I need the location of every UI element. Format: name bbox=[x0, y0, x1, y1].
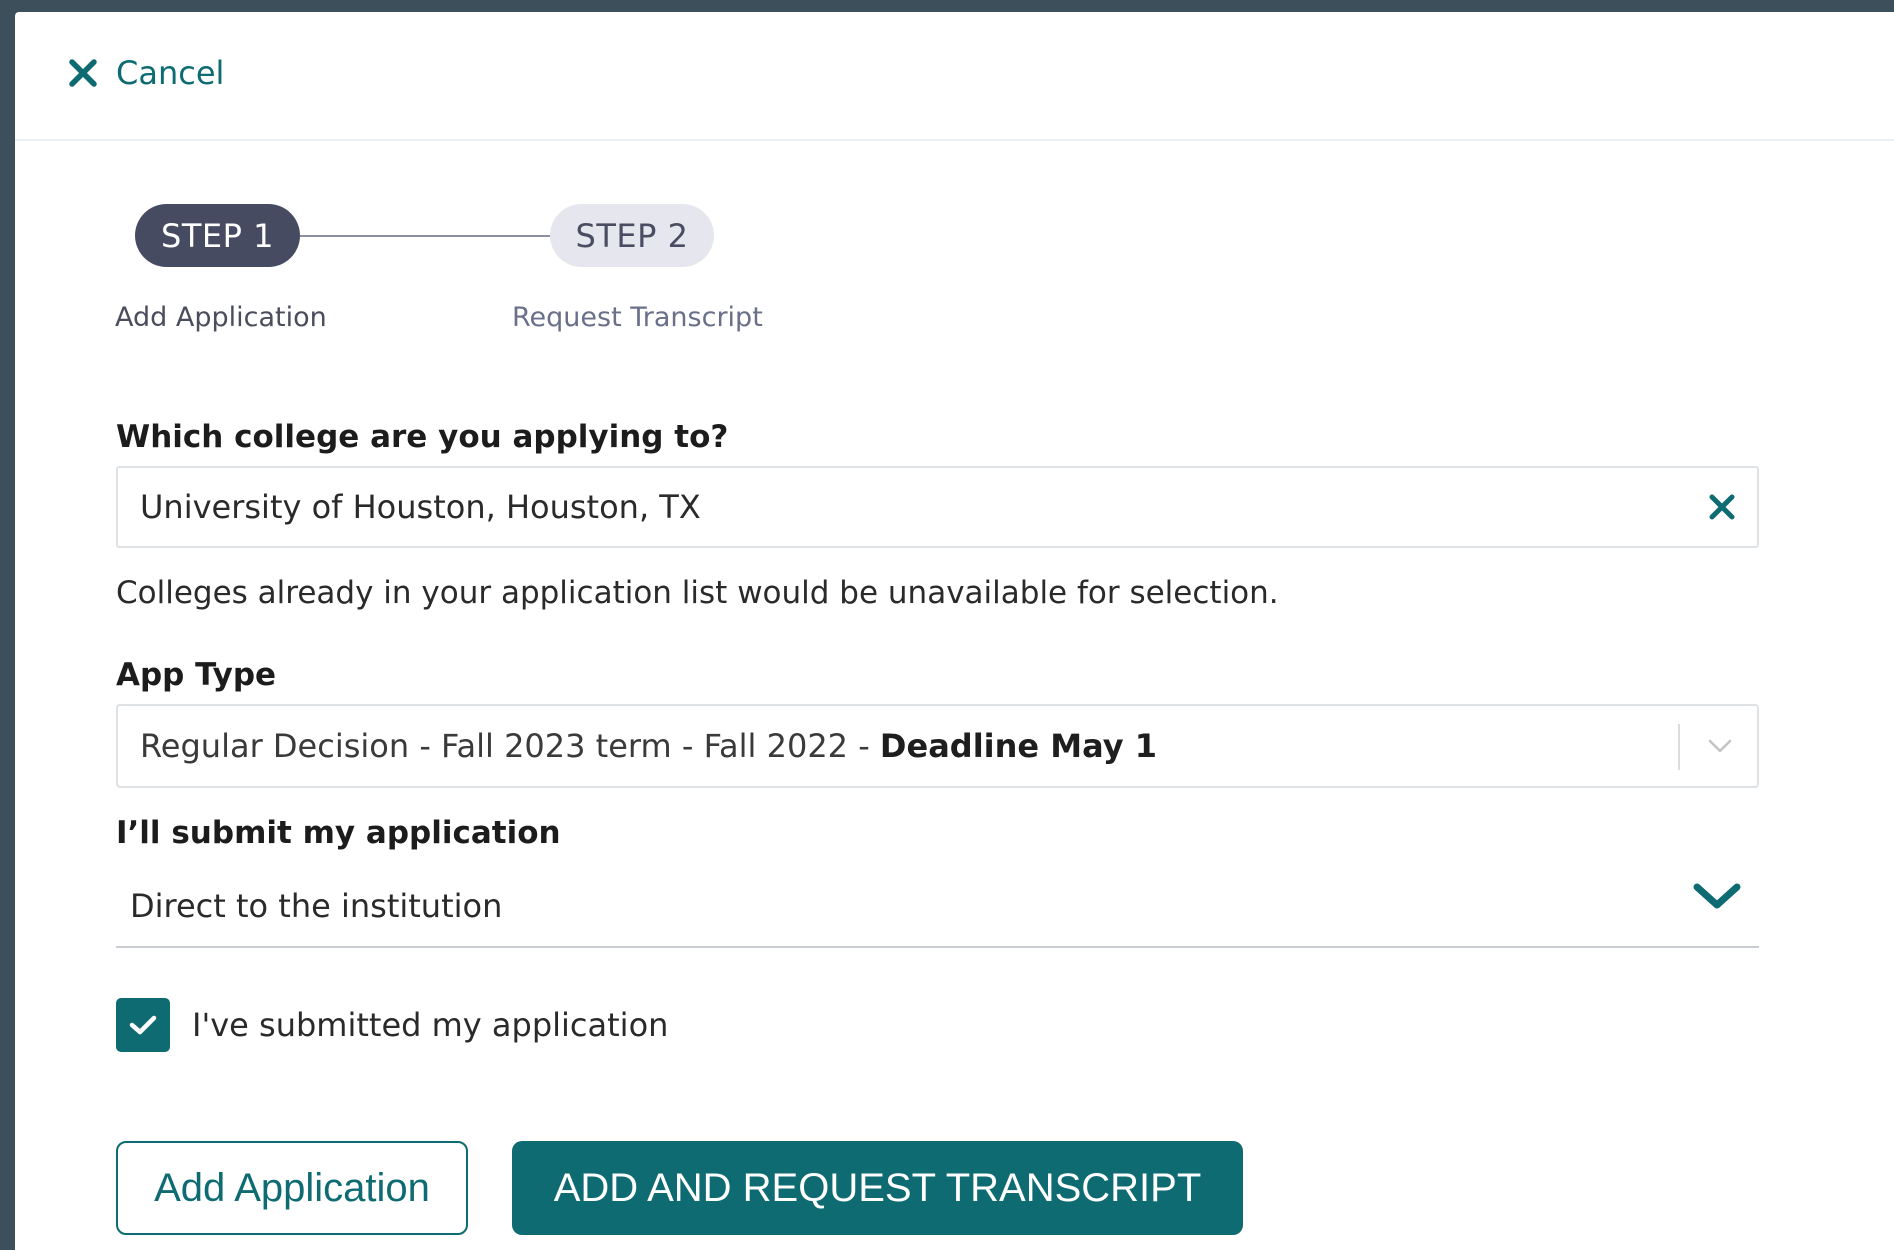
close-icon bbox=[68, 58, 98, 88]
college-field-label: Which college are you applying to? bbox=[116, 419, 729, 455]
submission-method-label: I’ll submit my application bbox=[116, 815, 561, 851]
chevron-down-icon bbox=[1691, 880, 1743, 912]
submission-method-value: Direct to the institution bbox=[130, 887, 503, 925]
stepper-connector bbox=[300, 235, 550, 237]
submission-method-select[interactable]: Direct to the institution bbox=[116, 862, 1759, 948]
add-application-button[interactable]: Add Application bbox=[116, 1141, 468, 1235]
cancel-button[interactable]: Cancel bbox=[68, 57, 224, 89]
app-type-value: Regular Decision - Fall 2023 term - Fall… bbox=[140, 727, 1157, 765]
submitted-checkbox-row: I've submitted my application bbox=[116, 998, 668, 1052]
app-type-label: App Type bbox=[116, 657, 277, 693]
step-2-badge: STEP 2 bbox=[550, 204, 714, 267]
step-1-badge: STEP 1 bbox=[135, 204, 300, 267]
college-helper-text: Colleges already in your application lis… bbox=[116, 575, 1279, 611]
chevron-down-icon bbox=[1708, 739, 1732, 753]
cancel-label: Cancel bbox=[116, 54, 225, 92]
close-icon bbox=[1708, 493, 1736, 521]
step-2-label: Request Transcript bbox=[512, 302, 763, 333]
add-and-request-transcript-button[interactable]: ADD AND REQUEST TRANSCRIPT bbox=[512, 1141, 1243, 1235]
checkmark-icon bbox=[128, 1013, 158, 1037]
select-divider bbox=[1678, 724, 1680, 770]
college-search-input[interactable]: University of Houston, Houston, TX bbox=[116, 466, 1759, 548]
add-application-panel: Cancel STEP 1 STEP 2 Add Application Req… bbox=[15, 12, 1894, 1250]
step-1-label: Add Application bbox=[115, 302, 327, 333]
college-selected-value: University of Houston, Houston, TX bbox=[140, 488, 701, 526]
app-type-select[interactable]: Regular Decision - Fall 2023 term - Fall… bbox=[116, 704, 1759, 788]
submitted-checkbox-label: I've submitted my application bbox=[192, 1006, 669, 1044]
header-bar: Cancel bbox=[15, 12, 1894, 141]
clear-college-button[interactable] bbox=[1708, 493, 1736, 521]
submitted-checkbox[interactable] bbox=[116, 998, 170, 1052]
app-type-deadline: Deadline May 1 bbox=[879, 727, 1157, 765]
app-type-value-prefix: Regular Decision - Fall 2023 term - Fall… bbox=[140, 727, 880, 765]
